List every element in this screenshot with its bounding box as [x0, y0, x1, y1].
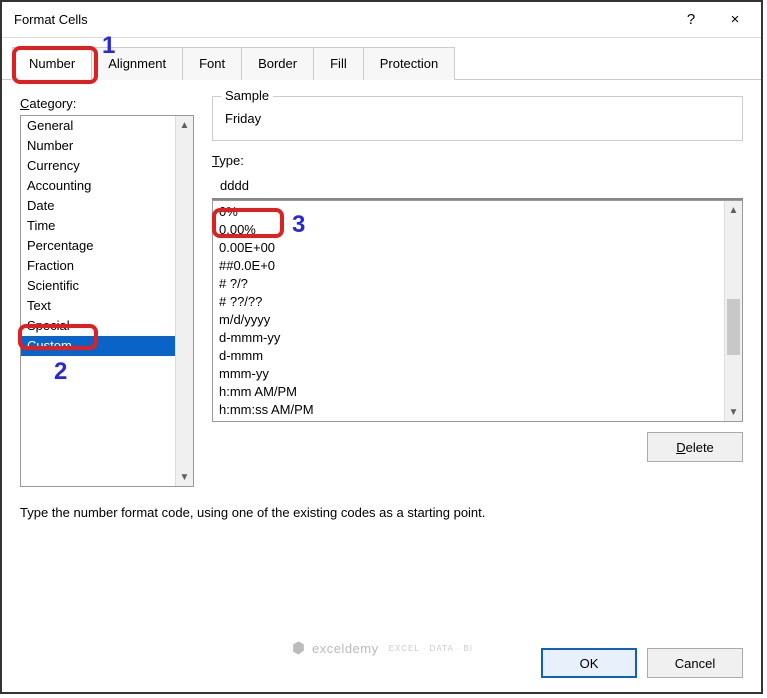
right-column: Sample Friday Type: 0% 0.00% 0.00E+00 ##… — [212, 96, 743, 487]
type-item[interactable]: h:mm:ss AM/PM — [219, 401, 718, 419]
sample-group: Sample Friday — [212, 96, 743, 141]
dialog-title: Format Cells — [14, 12, 669, 27]
content-area: Category: General Number Currency Accoun… — [2, 79, 761, 687]
type-item[interactable]: d-mmm — [219, 347, 718, 365]
scroll-down-icon[interactable]: ▼ — [725, 403, 742, 421]
titlebar: Format Cells ? × — [2, 2, 761, 38]
type-item[interactable]: 0% — [219, 203, 718, 221]
type-listbox[interactable]: 0% 0.00% 0.00E+00 ##0.0E+0 # ?/? # ??/??… — [212, 200, 743, 422]
category-item-accounting[interactable]: Accounting — [21, 176, 175, 196]
category-item-number[interactable]: Number — [21, 136, 175, 156]
footer-buttons: OK Cancel — [541, 648, 743, 678]
category-item-fraction[interactable]: Fraction — [21, 256, 175, 276]
close-button[interactable]: × — [713, 4, 757, 36]
type-item[interactable]: mmm-yy — [219, 365, 718, 383]
tab-number[interactable]: Number — [12, 47, 92, 80]
watermark-text: exceldemy — [312, 641, 379, 656]
category-listbox[interactable]: General Number Currency Accounting Date … — [20, 115, 194, 487]
category-item-special[interactable]: Special — [21, 316, 175, 336]
help-button[interactable]: ? — [669, 4, 713, 36]
type-scrollbar[interactable]: ▲ ▼ — [724, 201, 742, 421]
scroll-down-icon[interactable]: ▼ — [176, 468, 193, 486]
category-item-text[interactable]: Text — [21, 296, 175, 316]
type-item[interactable]: # ??/?? — [219, 293, 718, 311]
format-cells-dialog: Format Cells ? × Number Alignment Font B… — [0, 0, 763, 694]
sample-label: Sample — [221, 88, 273, 103]
category-item-scientific[interactable]: Scientific — [21, 276, 175, 296]
top-row: Category: General Number Currency Accoun… — [20, 96, 743, 487]
tab-protection[interactable]: Protection — [363, 47, 456, 80]
category-item-date[interactable]: Date — [21, 196, 175, 216]
type-item[interactable]: # ?/? — [219, 275, 718, 293]
type-item[interactable]: 0.00E+00 — [219, 239, 718, 257]
category-column: Category: General Number Currency Accoun… — [20, 96, 194, 487]
category-item-custom[interactable]: Custom — [21, 336, 175, 356]
type-item[interactable]: m/d/yyyy — [219, 311, 718, 329]
type-item[interactable]: 0.00% — [219, 221, 718, 239]
scroll-track[interactable] — [725, 219, 742, 403]
type-listbox-inner: 0% 0.00% 0.00E+00 ##0.0E+0 # ?/? # ??/??… — [213, 201, 724, 421]
category-item-time[interactable]: Time — [21, 216, 175, 236]
category-item-percentage[interactable]: Percentage — [21, 236, 175, 256]
category-item-currency[interactable]: Currency — [21, 156, 175, 176]
tabs-row: Number Alignment Font Border Fill Protec… — [2, 38, 761, 79]
type-item[interactable]: ##0.0E+0 — [219, 257, 718, 275]
category-listbox-inner: General Number Currency Accounting Date … — [21, 116, 175, 486]
sample-value: Friday — [225, 105, 730, 126]
watermark: exceldemy EXCEL · DATA · BI — [290, 640, 473, 656]
ok-button[interactable]: OK — [541, 648, 637, 678]
tab-alignment[interactable]: Alignment — [91, 47, 183, 80]
category-item-general[interactable]: General — [21, 116, 175, 136]
delete-button[interactable]: Delete — [647, 432, 743, 462]
type-item[interactable]: d-mmm-yy — [219, 329, 718, 347]
scroll-thumb[interactable] — [727, 299, 740, 355]
scroll-up-icon[interactable]: ▲ — [725, 201, 742, 219]
type-item[interactable]: h:mm AM/PM — [219, 383, 718, 401]
category-scrollbar[interactable]: ▲ ▼ — [175, 116, 193, 486]
category-label: Category: — [20, 96, 194, 111]
tab-font[interactable]: Font — [182, 47, 242, 80]
cancel-button[interactable]: Cancel — [647, 648, 743, 678]
hint-text: Type the number format code, using one o… — [20, 505, 743, 520]
delete-row: Delete — [212, 432, 743, 462]
type-input[interactable] — [212, 172, 743, 200]
type-label: Type: — [212, 153, 743, 168]
tab-border[interactable]: Border — [241, 47, 314, 80]
tab-fill[interactable]: Fill — [313, 47, 364, 80]
watermark-subtext: EXCEL · DATA · BI — [389, 644, 473, 653]
scroll-up-icon[interactable]: ▲ — [176, 116, 193, 134]
hexagon-icon — [290, 640, 306, 656]
